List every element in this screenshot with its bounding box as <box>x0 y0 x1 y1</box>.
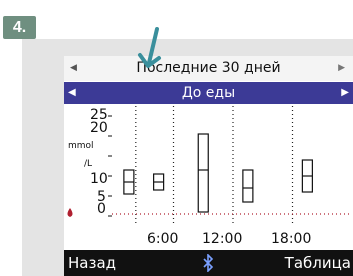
subtitle-bar[interactable]: ◀ До еды ▶ <box>64 82 353 104</box>
title-bar: ◀ Последние 30 дней ▶ <box>64 56 353 81</box>
box-plot-bar <box>242 169 254 203</box>
meter-screen: ◀ Последние 30 дней ▶ ◀ До еды ▶ 25 20 m… <box>64 56 353 276</box>
x-tick-label: 18:00 <box>271 231 312 247</box>
meal-filter-label: До еды <box>181 85 236 101</box>
x-tick-label: 12:00 <box>202 231 243 247</box>
table-button[interactable]: Таблица <box>285 250 351 276</box>
box-plot-bar <box>197 133 209 213</box>
softkey-bar: Назад Таблица <box>64 250 353 276</box>
y-unit-label: mmol <box>68 141 94 151</box>
y-tick-label: 20 <box>90 120 108 136</box>
x-tick-label: 6:00 <box>147 231 179 247</box>
y-unit-label: /L <box>84 159 93 169</box>
y-tick-label: 0 <box>97 201 106 217</box>
screen-title: Последние 30 дней <box>136 60 281 76</box>
step-badge: 4. <box>3 16 36 39</box>
triangle-right-icon[interactable]: ▶ <box>341 82 349 104</box>
bluetooth-icon <box>203 254 214 272</box>
back-button[interactable]: Назад <box>68 250 116 276</box>
triangle-right-icon[interactable]: ▶ <box>338 56 345 81</box>
y-tick-label: 10 <box>90 171 108 187</box>
blood-drop-icon <box>67 208 73 217</box>
